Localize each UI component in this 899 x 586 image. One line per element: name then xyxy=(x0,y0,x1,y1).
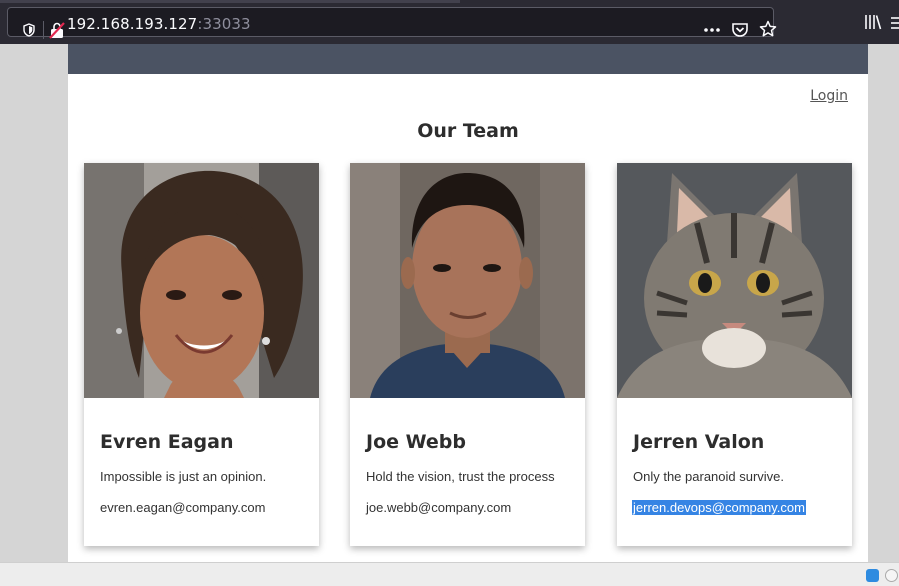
overflow-menu-icon[interactable] xyxy=(889,16,899,30)
library-icon[interactable] xyxy=(864,14,882,30)
member-name: Jerren Valon xyxy=(633,431,765,453)
team-card-evren: Evren Eagan Impossible is just an opinio… xyxy=(84,163,319,546)
member-motto: Impossible is just an opinion. xyxy=(100,469,267,484)
bookmark-star-icon[interactable] xyxy=(759,20,777,38)
team-card-joe: Joe Webb Hold the vision, trust the proc… xyxy=(350,163,585,546)
login-link[interactable]: Login xyxy=(810,88,848,104)
url-port: :33033 xyxy=(197,15,251,33)
member-name: Evren Eagan xyxy=(100,431,234,453)
member-name: Joe Webb xyxy=(366,431,466,453)
member-motto: Hold the vision, trust the process xyxy=(366,469,555,484)
url-separator xyxy=(43,21,44,39)
profile-photo xyxy=(617,163,852,398)
profile-photo xyxy=(350,163,585,398)
address-bar[interactable]: 192.168.193.127:33033 xyxy=(7,7,777,39)
url-host: 192.168.193.127 xyxy=(67,15,198,33)
status-indicator-icon[interactable] xyxy=(885,569,898,582)
status-bar xyxy=(0,562,899,586)
member-motto: Only the paranoid survive. xyxy=(633,469,785,484)
member-email[interactable]: joe.webb@company.com xyxy=(366,500,511,515)
site-header-band xyxy=(68,44,868,74)
pocket-icon[interactable] xyxy=(731,21,749,39)
more-actions-icon[interactable] xyxy=(703,22,721,38)
shield-icon[interactable] xyxy=(23,23,35,37)
member-email[interactable]: evren.eagan@company.com xyxy=(100,500,265,515)
member-email-selected[interactable]: jerren.devops@company.com xyxy=(632,500,806,515)
page-content: Login Our Team Evren Eagan Impossible is… xyxy=(68,44,868,562)
team-card-jerren: Jerren Valon Only the paranoid survive. … xyxy=(617,163,852,546)
url-text[interactable]: 192.168.193.127:33033 xyxy=(67,15,251,33)
browser-toolbar: 192.168.193.127:33033 xyxy=(0,0,899,44)
profile-photo xyxy=(84,163,319,398)
extension-icon[interactable] xyxy=(866,569,879,582)
page-title: Our Team xyxy=(417,120,519,142)
insecure-lock-icon[interactable] xyxy=(49,21,65,39)
tab-strip xyxy=(0,0,460,3)
